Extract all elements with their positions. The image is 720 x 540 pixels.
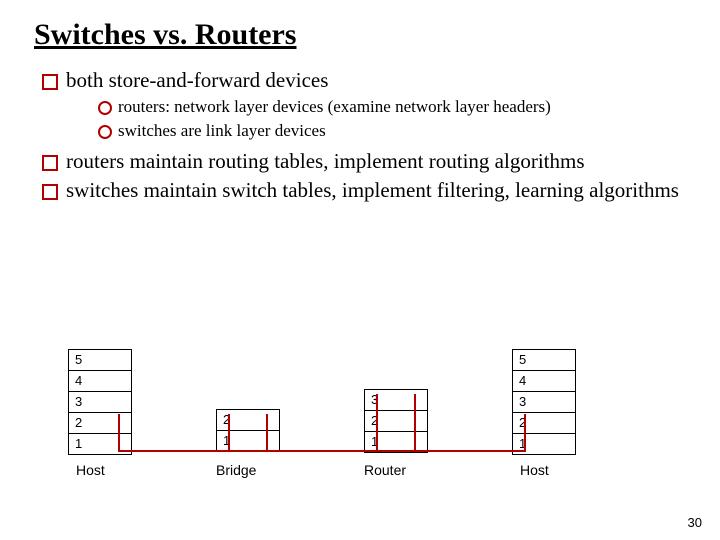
layer-5: 5: [512, 349, 576, 371]
bullet-1-text: both store-and-forward devices: [66, 68, 328, 92]
layer-5: 5: [68, 349, 132, 371]
link-line: [266, 414, 268, 452]
stack-router: 3 2 1: [364, 390, 428, 453]
label-router: Router: [364, 462, 406, 478]
layer-4: 4: [512, 370, 576, 392]
bullet-1b: switches are link layer devices: [96, 121, 686, 141]
label-host-right: Host: [520, 462, 549, 478]
layer-2: 2: [512, 412, 576, 434]
label-host-left: Host: [76, 462, 105, 478]
layer-3: 3: [68, 391, 132, 413]
slide-title: Switches vs. Routers: [34, 18, 686, 52]
layer-2: 2: [364, 410, 428, 432]
bullet-2: routers maintain routing tables, impleme…: [40, 149, 686, 174]
layer-diagram: 5 4 3 2 1 Host 2 1 Bridge 3 2 1 Router 5…: [68, 350, 652, 500]
label-bridge: Bridge: [216, 462, 256, 478]
layer-3: 3: [512, 391, 576, 413]
layer-2: 2: [68, 412, 132, 434]
link-line: [414, 394, 416, 452]
layer-4: 4: [68, 370, 132, 392]
stack-host-left: 5 4 3 2 1: [68, 350, 132, 455]
layer-3: 3: [364, 389, 428, 411]
page-number: 30: [688, 515, 702, 530]
link-line: [118, 414, 120, 452]
link-line: [228, 414, 230, 452]
link-line: [524, 414, 526, 452]
layer-1: 1: [216, 430, 280, 452]
layer-2: 2: [216, 409, 280, 431]
stack-bridge: 2 1: [216, 410, 280, 452]
link-line: [118, 450, 524, 452]
link-line: [376, 394, 378, 452]
bullet-1a: routers: network layer devices (examine …: [96, 97, 686, 117]
bullet-3: switches maintain switch tables, impleme…: [40, 178, 686, 203]
stack-host-right: 5 4 3 2 1: [512, 350, 576, 455]
bullet-1: both store-and-forward devices routers: …: [40, 68, 686, 141]
bullet-list: both store-and-forward devices routers: …: [40, 68, 686, 203]
